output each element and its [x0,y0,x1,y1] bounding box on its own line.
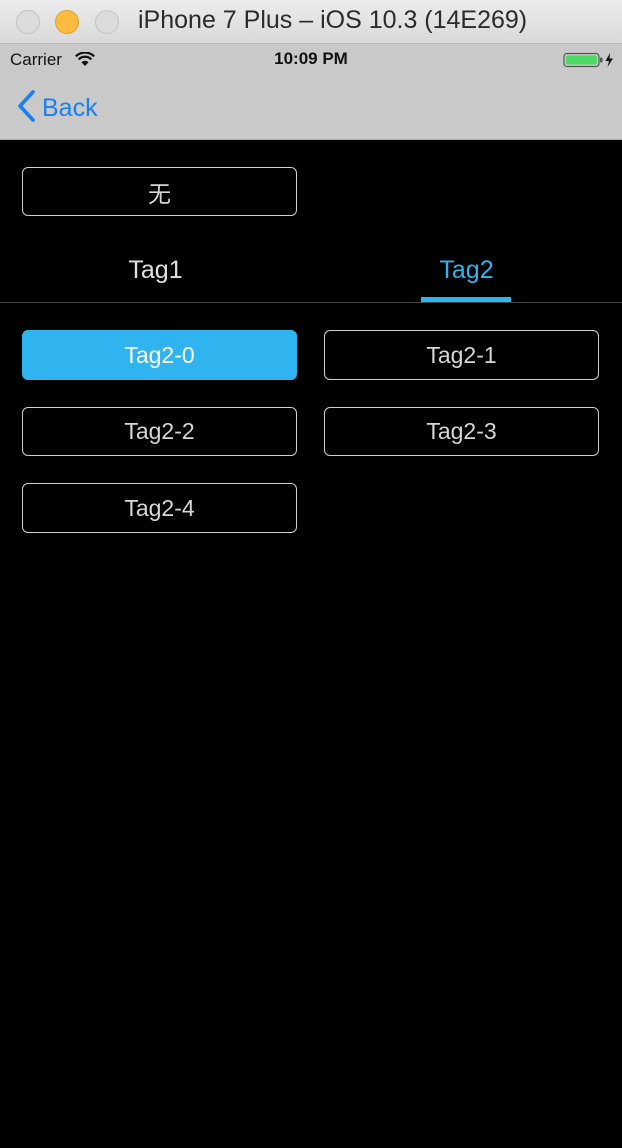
tab-tag2[interactable]: Tag2 [311,256,622,296]
navigation-bar: Back [0,76,622,140]
window-titlebar: iPhone 7 Plus – iOS 10.3 (14E269) [0,0,622,44]
back-button[interactable]: Back [16,89,98,127]
none-filter-button[interactable]: 无 [22,167,297,216]
close-window-button[interactable] [16,10,40,34]
tag-button-tag2-2[interactable]: Tag2-2 [22,407,297,456]
simulator-window: iPhone 7 Plus – iOS 10.3 (14E269) Carrie… [0,0,622,1148]
minimize-window-button[interactable] [55,10,79,34]
back-label: Back [42,93,98,122]
battery-icon [563,52,617,73]
status-clock: 10:09 PM [274,49,348,68]
tag-button-tag2-0[interactable]: Tag2-0 [22,330,297,380]
tag-button-tag2-1[interactable]: Tag2-1 [324,330,599,380]
chevron-left-icon [16,89,36,127]
zoom-window-button[interactable] [95,10,119,34]
tab-tag1[interactable]: Tag1 [0,256,311,296]
tag-button-tag2-4[interactable]: Tag2-4 [22,483,297,533]
tag-button-tag2-3[interactable]: Tag2-3 [324,407,599,456]
window-title: iPhone 7 Plus – iOS 10.3 (14E269) [138,6,528,34]
tab-divider [0,302,622,303]
ios-status-bar: Carrier 10:09 PM [0,44,622,76]
